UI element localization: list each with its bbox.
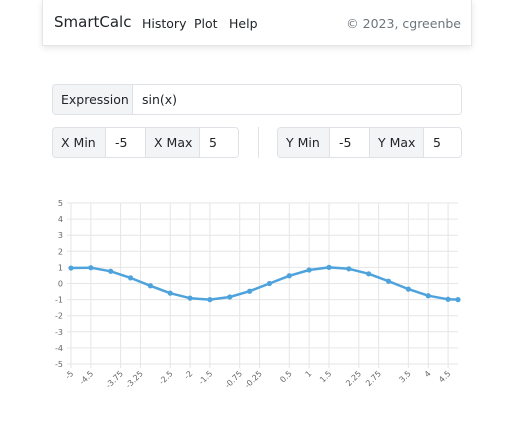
nav-link-history[interactable]: History bbox=[142, 16, 186, 31]
x-tick-label: -4.5 bbox=[78, 369, 95, 386]
data-point bbox=[127, 275, 134, 281]
data-point bbox=[227, 294, 233, 300]
nav-link-plot[interactable]: Plot bbox=[194, 16, 218, 31]
nav-link-help[interactable]: Help bbox=[229, 16, 258, 31]
x-tick-label: 3.5 bbox=[397, 369, 412, 384]
data-point bbox=[247, 288, 253, 294]
y-tick-label: -4 bbox=[55, 344, 63, 353]
data-point bbox=[306, 267, 312, 273]
y-tick-label: 5 bbox=[58, 199, 63, 208]
data-point bbox=[425, 293, 431, 299]
expression-label: Expression bbox=[53, 85, 133, 114]
range-divider bbox=[258, 127, 259, 158]
x-range-group: X Min -5 X Max 5 bbox=[52, 127, 239, 158]
x-min-label: X Min bbox=[53, 128, 106, 157]
x-tick-label: -3.25 bbox=[124, 369, 145, 390]
y-tick-label: 3 bbox=[58, 231, 63, 240]
data-point bbox=[147, 283, 153, 289]
y-max-input[interactable]: 5 bbox=[424, 128, 461, 157]
data-point bbox=[405, 286, 411, 292]
x-tick-label: -2 bbox=[182, 369, 194, 381]
y-tick-label: 0 bbox=[58, 280, 63, 289]
y-min-label: Y Min bbox=[278, 128, 330, 157]
data-point bbox=[385, 278, 392, 284]
x-tick-label: -0.75 bbox=[223, 369, 244, 390]
navbar: SmartCalc History Plot Help © 2023, cgre… bbox=[42, 0, 472, 46]
x-tick-label: 1 bbox=[304, 369, 314, 379]
x-tick-label: -5 bbox=[63, 369, 75, 381]
x-tick-label: -1.5 bbox=[197, 369, 214, 386]
data-point bbox=[187, 295, 193, 301]
function-plot: 543210-1-2-3-4-5-5 -4.5 -3.75-3.25 -2.5 -2 -1… bbox=[55, 199, 461, 390]
data-point bbox=[266, 280, 273, 287]
y-tick-label: -1 bbox=[55, 296, 63, 305]
y-max-label: Y Max bbox=[370, 128, 424, 157]
y-min-input[interactable]: -5 bbox=[330, 128, 370, 157]
data-point bbox=[366, 271, 372, 277]
data-point bbox=[108, 268, 114, 274]
data-point bbox=[88, 265, 94, 271]
data-point bbox=[207, 297, 213, 303]
y-range-group: Y Min -5 Y Max 5 bbox=[277, 127, 462, 158]
data-point bbox=[445, 296, 451, 302]
y-tick-label: 4 bbox=[58, 215, 63, 224]
x-tick-label: -0.25 bbox=[243, 369, 264, 390]
x-tick-label: 4.5 bbox=[437, 369, 452, 384]
y-tick-label: 1 bbox=[58, 263, 63, 272]
copyright-text: © 2023, cgreenbe bbox=[346, 16, 461, 31]
x-tick-label: 1.5 bbox=[318, 369, 333, 384]
x-tick-label: 4 bbox=[423, 369, 433, 379]
expression-input[interactable]: sin(x) bbox=[133, 85, 461, 114]
x-tick-label: -2.5 bbox=[157, 369, 174, 386]
data-point bbox=[326, 264, 332, 270]
x-max-input[interactable]: 5 bbox=[200, 128, 238, 157]
y-tick-label: -3 bbox=[55, 328, 63, 337]
x-tick-label: -3.75 bbox=[104, 369, 125, 390]
expression-input-group: Expression sin(x) bbox=[52, 84, 462, 115]
x-tick-label: 0.5 bbox=[278, 369, 293, 384]
data-point bbox=[68, 265, 74, 271]
data-point bbox=[455, 297, 461, 303]
x-tick-label: 2.25 bbox=[344, 369, 363, 388]
y-tick-label: 2 bbox=[58, 247, 63, 256]
x-max-label: X Max bbox=[146, 128, 200, 157]
data-point bbox=[286, 273, 292, 279]
y-tick-label: -2 bbox=[55, 312, 63, 321]
brand-logo[interactable]: SmartCalc bbox=[54, 13, 131, 31]
x-min-input[interactable]: -5 bbox=[106, 128, 146, 157]
x-tick-label: 2.75 bbox=[364, 369, 383, 388]
y-tick-label: -5 bbox=[55, 360, 63, 369]
data-point bbox=[167, 290, 173, 296]
data-point bbox=[346, 266, 352, 272]
